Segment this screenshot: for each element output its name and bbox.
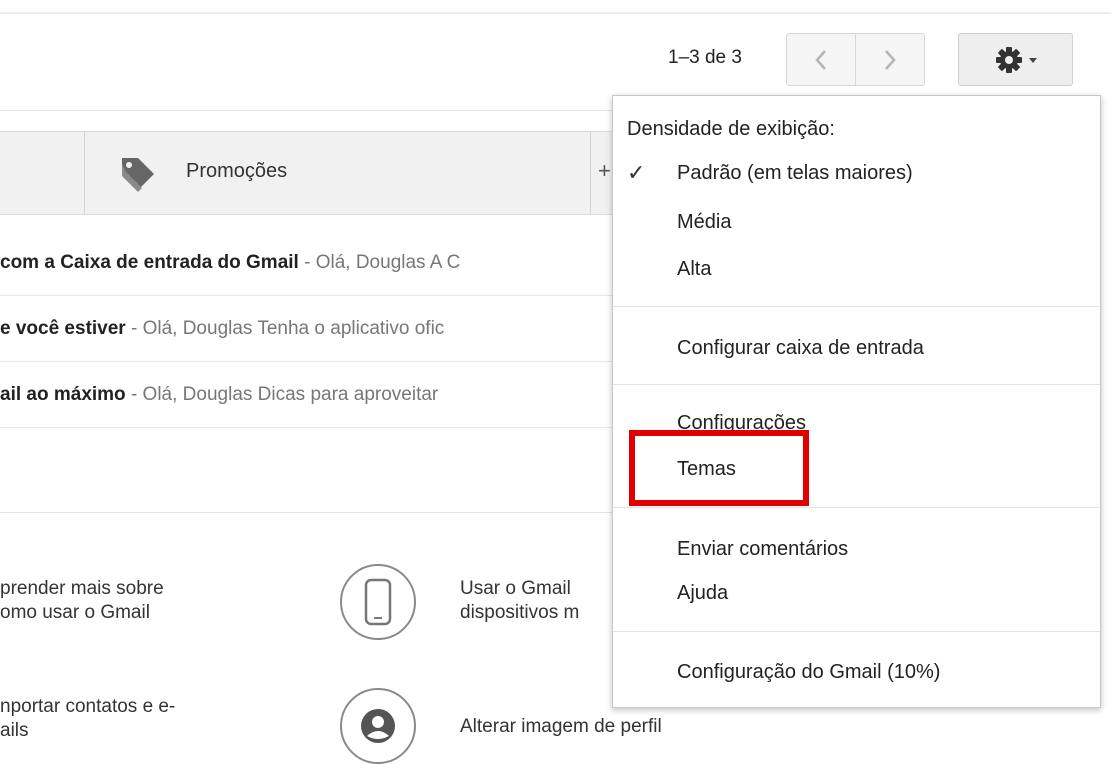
tip-use-devices[interactable]: Usar o Gmail dispositivos m: [460, 577, 579, 625]
menu-divider: [613, 306, 1100, 307]
chevron-right-icon: [885, 49, 896, 70]
tip-import-line1: nportar contatos e e-: [0, 696, 176, 717]
menu-item-density-default[interactable]: Padrão (em telas maiores): [677, 162, 913, 185]
density-header: Densidade de exibição:: [627, 118, 835, 140]
older-button[interactable]: [786, 33, 856, 86]
menu-divider: [613, 384, 1100, 385]
check-icon: ✓: [627, 160, 646, 185]
email-snippet: - Olá, Douglas Dicas para aproveitar: [125, 384, 439, 405]
email-snippet: - Olá, Douglas Tenha o aplicativo ofic: [125, 318, 445, 339]
menu-divider: [613, 507, 1100, 508]
email-subject: e você estiver: [0, 318, 126, 339]
menu-item-configure-inbox[interactable]: Configurar caixa de entrada: [677, 337, 924, 360]
account-circle-icon: [361, 709, 395, 743]
tag-icon: [122, 158, 154, 192]
themes-highlight-box: [629, 430, 809, 506]
menu-divider: [613, 631, 1100, 632]
settings-menu: Densidade de exibição: ✓ Padrão (em tela…: [612, 95, 1101, 708]
menu-item-send-feedback[interactable]: Enviar comentários: [677, 538, 848, 561]
section-divider: [0, 512, 612, 513]
pagination-text: 1–3 de 3: [668, 47, 742, 68]
menu-item-density-medium[interactable]: Média: [677, 211, 731, 234]
email-row[interactable]: ail ao máximo - Olá, Douglas Dicas para …: [0, 362, 612, 428]
menu-item-density-high[interactable]: Alta: [677, 258, 711, 281]
chevron-down-icon: [1028, 58, 1037, 63]
phone-icon-circle[interactable]: [340, 564, 416, 640]
tip-learn-line2: omo usar o Gmail: [0, 602, 150, 623]
phone-icon: [364, 578, 392, 626]
menu-item-help[interactable]: Ajuda: [677, 582, 728, 605]
top-divider: [0, 12, 1111, 14]
email-row[interactable]: com a Caixa de entrada do Gmail - Olá, D…: [0, 230, 612, 296]
email-snippet: - Olá, Douglas A C: [298, 252, 461, 273]
gear-icon: [995, 46, 1022, 73]
add-tab-button[interactable]: +: [598, 158, 611, 184]
tip-import-line2: ails: [0, 720, 29, 741]
chevron-left-icon: [815, 49, 826, 70]
email-row[interactable]: e você estiver - Olá, Douglas Tenha o ap…: [0, 296, 612, 362]
menu-item-gmail-setup[interactable]: Configuração do Gmail (10%): [677, 661, 940, 684]
tip-learn-gmail[interactable]: prender mais sobre omo usar o Gmail: [0, 577, 164, 625]
tab-promocoes-label: Promoções: [186, 160, 288, 182]
tab-divider: [590, 132, 591, 214]
tip-devices-line1: Usar o Gmail: [460, 578, 571, 599]
settings-button[interactable]: [958, 33, 1073, 86]
tip-change-profile-picture[interactable]: Alterar imagem de perfil: [460, 715, 662, 739]
profile-icon-circle[interactable]: [340, 688, 416, 764]
newer-button[interactable]: [855, 33, 925, 86]
toolbar-divider: [0, 110, 612, 111]
inbox-tabs: Promoções +: [0, 131, 612, 215]
email-subject: com a Caixa de entrada do Gmail: [0, 252, 299, 273]
email-subject: ail ao máximo: [0, 384, 126, 405]
tip-devices-line2: dispositivos m: [460, 602, 580, 623]
tip-import-contacts[interactable]: nportar contatos e e- ails: [0, 695, 175, 743]
tip-learn-line1: prender mais sobre: [0, 578, 164, 599]
tip-profile-line1: Alterar imagem de perfil: [460, 716, 662, 737]
tab-promocoes[interactable]: Promoções: [85, 132, 590, 214]
